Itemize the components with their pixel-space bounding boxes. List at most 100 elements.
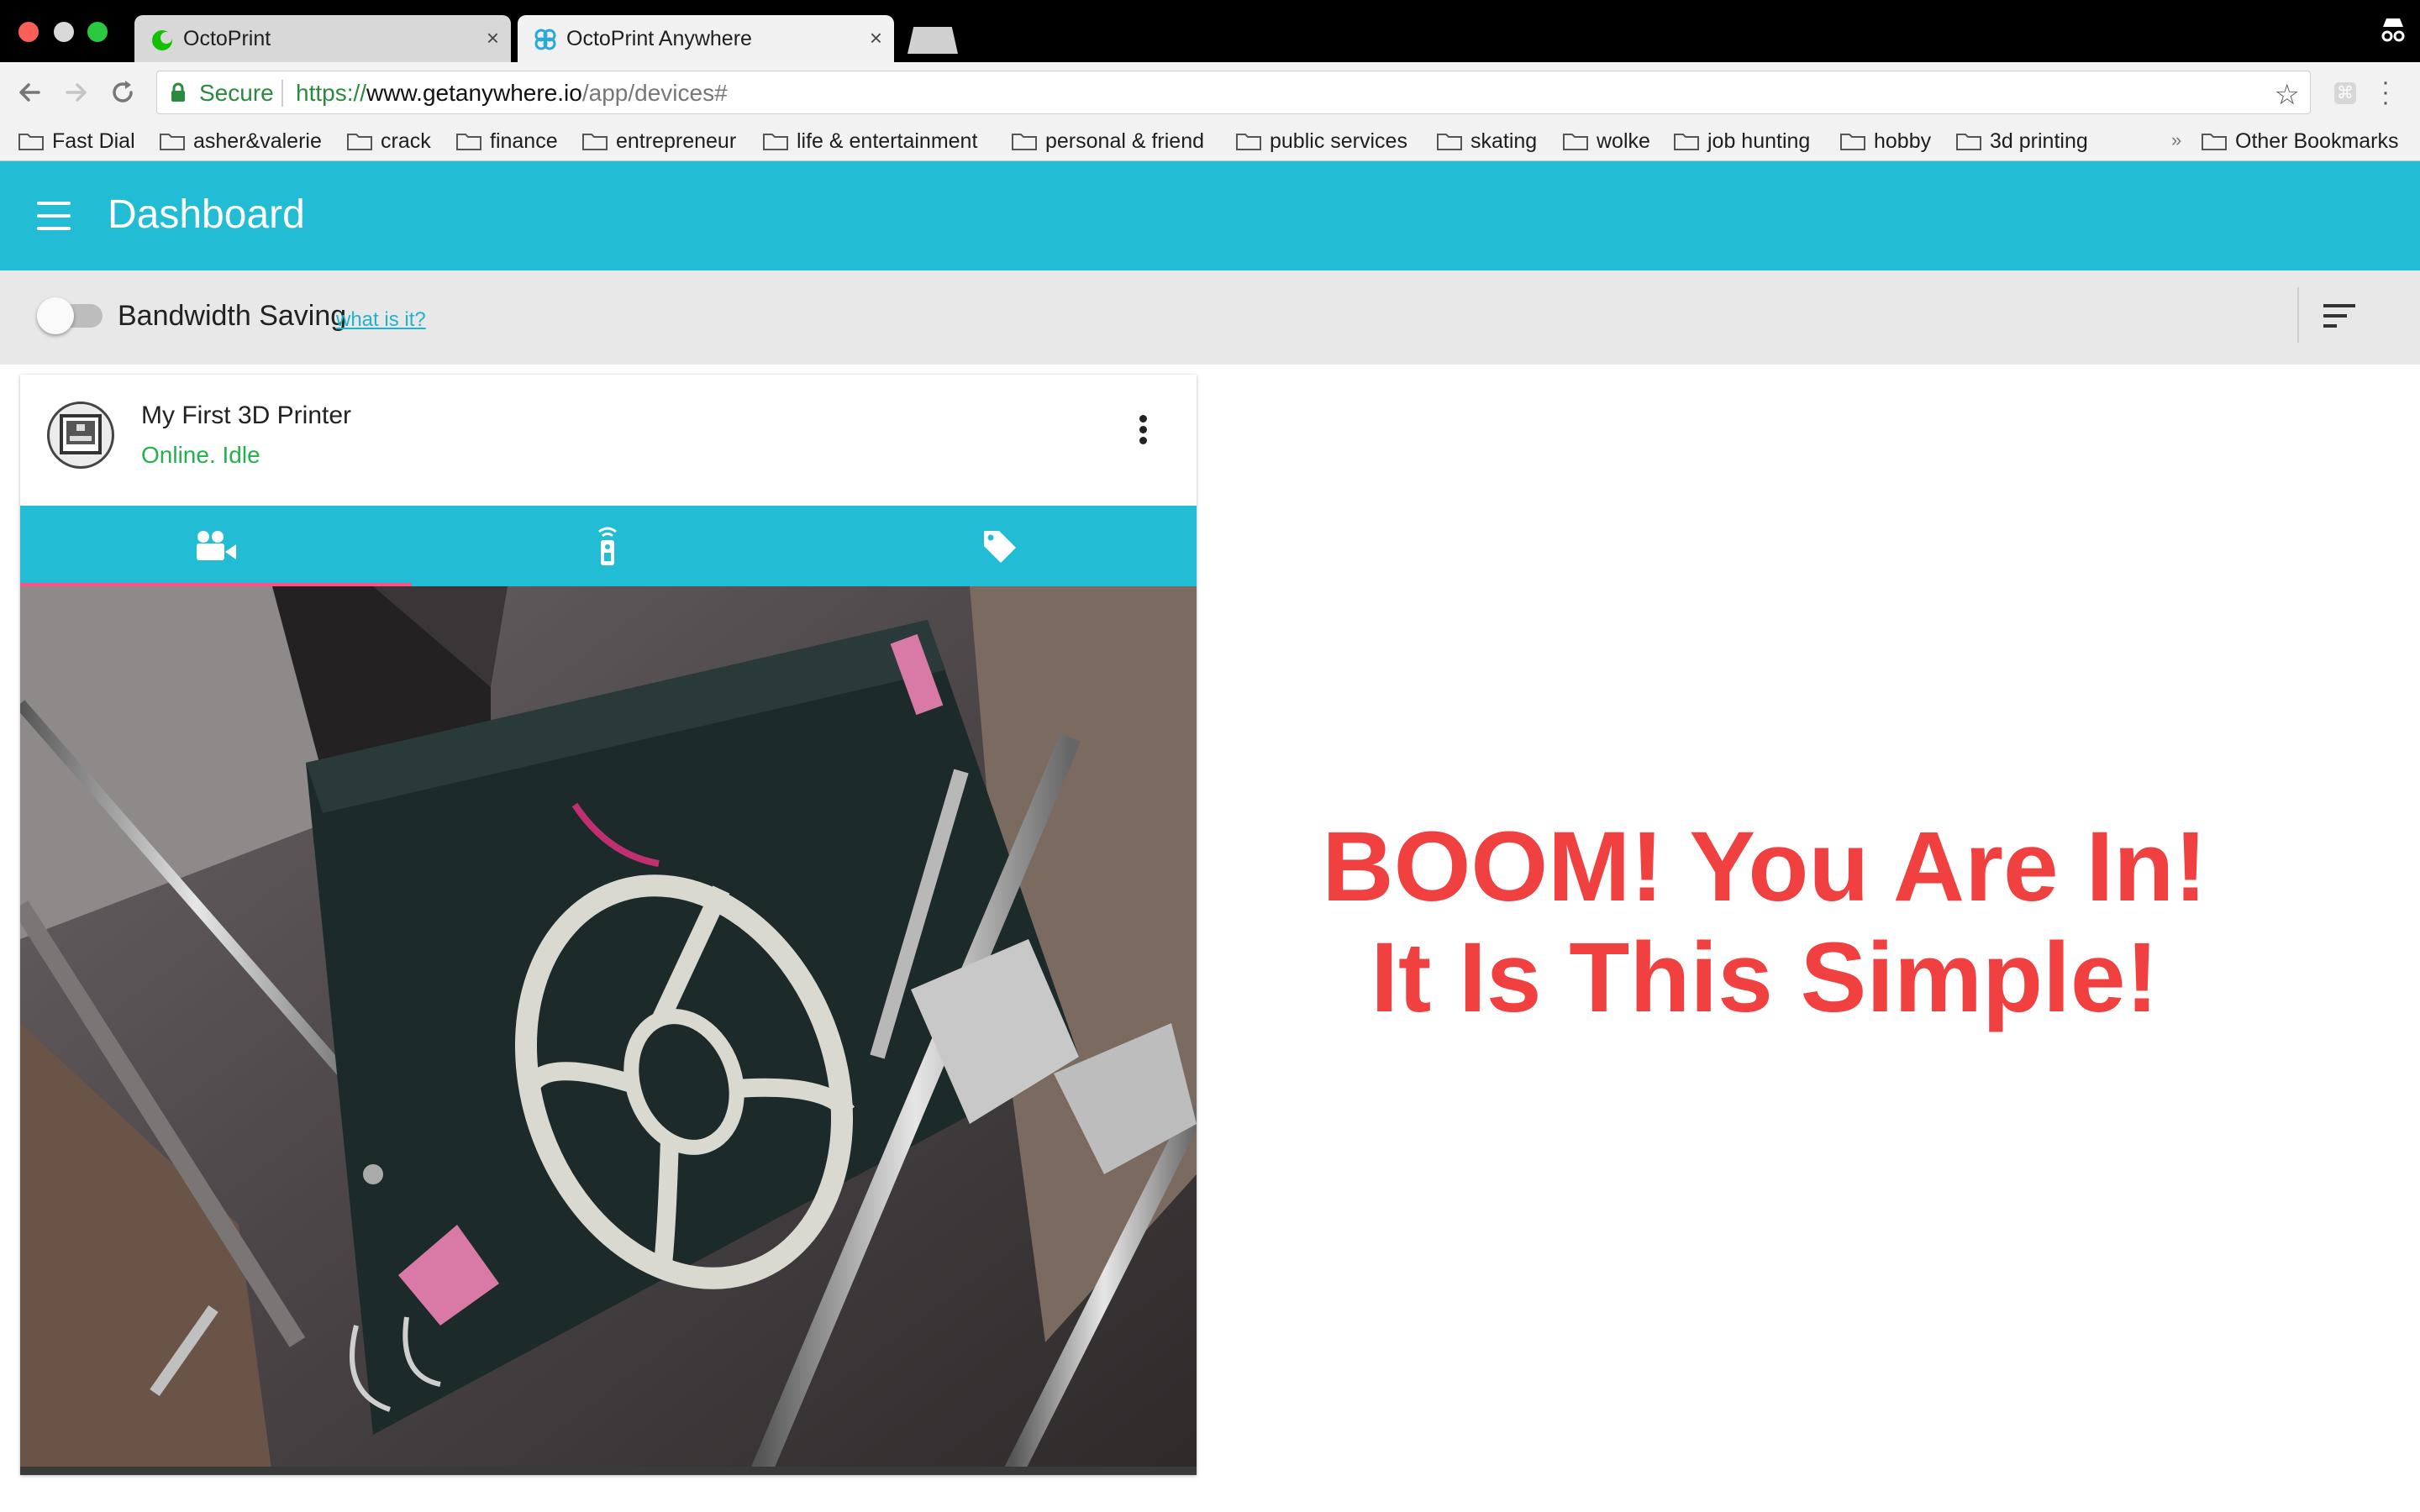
folder-icon: [18, 134, 44, 150]
folder-icon: [582, 134, 608, 150]
window-close-button[interactable]: [18, 22, 39, 42]
browser-tab-octoprint-anywhere[interactable]: OctoPrint Anywhere ×: [518, 15, 894, 62]
address-divider: [281, 80, 283, 107]
tab-title: OctoPrint Anywhere: [566, 26, 752, 50]
what-is-it-link[interactable]: what is it?: [336, 308, 426, 332]
octoprint-anywhere-icon: [534, 29, 556, 50]
bookmark-label: Other Bookmarks: [2235, 129, 2399, 153]
folder-icon: [1437, 134, 1462, 150]
bookmark-label: Fast Dial: [52, 129, 135, 153]
bookmark-life-entertainment[interactable]: life & entertainment: [763, 126, 977, 156]
bandwidth-toolbar: Bandwidth Saving what is it?: [0, 270, 2420, 365]
webcam-image: [20, 586, 1197, 1475]
video-camera-icon: [197, 531, 236, 560]
incognito-icon: [2381, 18, 2405, 42]
promo-headline: BOOM! You Are In! It Is This Simple!: [1260, 811, 2269, 1033]
stream-bottom-bar: [20, 1467, 1197, 1475]
tab-close-icon[interactable]: ×: [487, 25, 499, 51]
octoprint-icon: [152, 30, 172, 50]
device-name: My First 3D Printer: [141, 402, 352, 429]
bookmark-label: finance: [490, 129, 558, 153]
browser-titlebar: OctoPrint × OctoPrint Anywhere ×: [0, 0, 2420, 62]
bookmark-fast-dial[interactable]: Fast Dial: [18, 126, 135, 156]
bandwidth-saving-label: Bandwidth Saving: [118, 300, 347, 332]
browser-tab-octoprint[interactable]: OctoPrint ×: [134, 15, 511, 62]
more-options-icon[interactable]: [1139, 415, 1148, 445]
folder-icon: [1236, 134, 1261, 150]
tab-title: OctoPrint: [183, 26, 271, 50]
bookmark-finance[interactable]: finance: [456, 126, 558, 156]
folder-icon: [456, 134, 481, 150]
extension-icon[interactable]: ⌘: [2334, 82, 2356, 104]
bookmark-label: skating: [1470, 129, 1538, 153]
folder-icon: [763, 134, 788, 150]
promo-line-1: BOOM! You Are In!: [1322, 811, 2207, 922]
bookmark-label: personal & friend: [1045, 129, 1205, 153]
bookmark-label: crack: [381, 129, 431, 153]
bookmark-label: job hunting: [1707, 129, 1811, 153]
bookmark-label: hobby: [1874, 129, 1932, 153]
bookmark-wolke[interactable]: wolke: [1563, 126, 1650, 156]
tab-close-icon[interactable]: ×: [870, 25, 882, 51]
bookmark-crack[interactable]: crack: [347, 126, 431, 156]
new-tab-button[interactable]: [908, 27, 958, 54]
sort-icon[interactable]: [2323, 304, 2357, 329]
lock-icon: [171, 82, 185, 102]
browser-menu-icon[interactable]: · · ·: [2381, 70, 2390, 115]
forward-arrow-icon[interactable]: [59, 76, 92, 109]
reload-icon[interactable]: [106, 76, 139, 109]
bookmark-3d-printing[interactable]: 3d printing: [1956, 126, 2088, 156]
address-bar[interactable]: Secure https://www.getanywhere.io/app/de…: [156, 71, 2311, 114]
bookmarks-bar: Fast Dial asher&valerie crack finance en…: [0, 123, 2420, 161]
bookmark-entrepreneur[interactable]: entrepreneur: [582, 126, 736, 156]
folder-icon: [1956, 134, 1981, 150]
toggle-thumb[interactable]: [37, 297, 74, 334]
bookmarks-overflow-chevron[interactable]: »: [2171, 129, 2181, 151]
bookmark-star-icon[interactable]: ☆: [2275, 78, 2300, 112]
bookmark-label: asher&valerie: [193, 129, 322, 153]
bookmark-label: life & entertainment: [797, 129, 978, 153]
url-path: /app/devices#: [581, 80, 728, 106]
tab-tags[interactable]: [803, 506, 1195, 586]
folder-icon: [1012, 134, 1037, 150]
folder-icon: [160, 134, 185, 150]
bookmark-hobby[interactable]: hobby: [1840, 126, 1931, 156]
bookmark-asher-valerie[interactable]: asher&valerie: [160, 126, 322, 156]
bookmark-personal-friend[interactable]: personal & friend: [1012, 126, 1204, 156]
hamburger-menu-icon[interactable]: [37, 202, 71, 230]
tag-icon: [984, 531, 1016, 563]
promo-line-2: It Is This Simple!: [1370, 922, 2159, 1033]
tab-webcam[interactable]: [20, 506, 412, 586]
bookmark-label: entrepreneur: [616, 129, 737, 153]
other-bookmarks[interactable]: Other Bookmarks: [2202, 126, 2399, 156]
toolbar-divider: [2297, 287, 2299, 343]
folder-icon: [347, 134, 372, 150]
device-card: My First 3D Printer Online. Idle: [20, 375, 1197, 1475]
folder-icon: [1840, 134, 1865, 150]
page-title: Dashboard: [108, 192, 305, 237]
folder-icon: [1563, 134, 1588, 150]
tab-control[interactable]: [412, 506, 803, 586]
app-header: Dashboard: [0, 161, 2420, 270]
webcam-stream: [20, 586, 1197, 1475]
device-status: Online. Idle: [141, 442, 260, 468]
window-zoom-button[interactable]: [87, 22, 108, 42]
printer-icon: [60, 414, 102, 454]
folder-icon: [2202, 134, 2227, 150]
printer-avatar: [47, 402, 114, 469]
bookmark-job-hunting[interactable]: job hunting: [1674, 126, 1810, 156]
window-minimize-button[interactable]: [54, 22, 74, 42]
bookmark-skating[interactable]: skating: [1437, 126, 1537, 156]
browser-toolbar: Secure https://www.getanywhere.io/app/de…: [0, 62, 2420, 123]
back-arrow-icon[interactable]: [13, 76, 47, 109]
secure-label: Secure: [199, 80, 274, 106]
url-text: https://www.getanywhere.io/app/devices#: [296, 80, 728, 107]
url-scheme: https://: [296, 80, 367, 106]
folder-icon: [1674, 134, 1699, 150]
bookmark-label: 3d printing: [1990, 129, 2088, 153]
bookmark-label: wolke: [1597, 129, 1650, 153]
bookmark-public-services[interactable]: public services: [1236, 126, 1407, 156]
remote-control-icon: [598, 527, 617, 565]
url-host: www.getanywhere.io: [366, 80, 582, 106]
bookmark-label: public services: [1270, 129, 1407, 153]
